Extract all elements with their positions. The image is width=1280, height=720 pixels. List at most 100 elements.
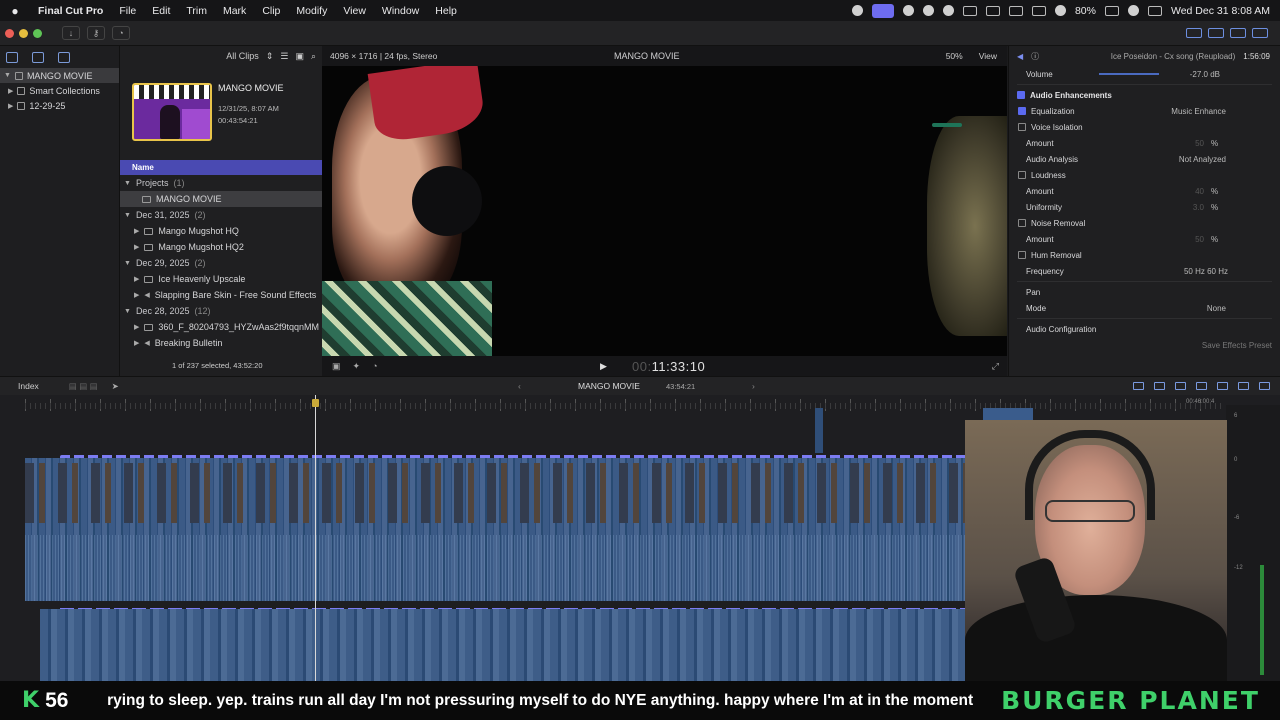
group-row[interactable]: ▼ Dec 31, 2025 (2) [120,207,322,223]
disclosure-open-icon[interactable]: ▼ [4,72,11,79]
browser-toggle-icon[interactable] [1208,28,1224,38]
section-header[interactable]: Audio Enhancements [1009,87,1280,103]
row-value[interactable]: 50 [1195,235,1204,244]
enhancement-checkbox[interactable] [1018,171,1026,179]
volume-value[interactable]: -27.0 dB [1190,70,1220,79]
menu-view[interactable]: View [335,5,374,17]
disclosure-open-icon[interactable]: ▼ [124,180,131,187]
volume-row[interactable]: Volume -27.0 dB [1009,66,1280,82]
enhancement-row[interactable]: Loudness [1009,167,1280,183]
clip-appearance-icon[interactable] [1238,382,1249,390]
zoom-select[interactable]: 50% [946,51,963,61]
transform-icon[interactable]: ▣ [332,361,341,372]
list-view-icon[interactable]: ☰ [280,51,288,62]
disclosure-closed-icon[interactable]: ▶ [134,227,139,235]
menu-clip[interactable]: Clip [254,5,288,17]
enhancement-row[interactable]: Equalization Music Enhance [1009,103,1280,119]
import-icon[interactable]: ↓ [62,26,80,40]
append-tools-icon[interactable]: ▤ ▤ ▤ [39,381,98,392]
solo-icon[interactable] [1196,382,1207,390]
amount-row[interactable]: Amount 50% [1009,231,1280,247]
row-value[interactable]: 3.0 [1193,203,1204,212]
enhancement-row[interactable]: Noise Removal [1009,215,1280,231]
search-icon[interactable] [1127,5,1139,16]
frequency-row[interactable]: Frequency 50 Hz 60 Hz [1009,263,1280,279]
app-menu[interactable]: Final Cut Pro [30,5,111,17]
disclosure-open-icon[interactable]: ▼ [124,308,131,315]
disclosure-open-icon[interactable]: ▼ [124,260,131,267]
view-select[interactable]: View [979,51,997,61]
menu-clock[interactable]: Wed Dec 31 8:08 AM [1171,5,1270,17]
disclosure-closed-icon[interactable]: ▶ [8,87,13,95]
list-item[interactable]: ▶ Ice Heavenly Upscale [120,271,322,287]
pan-mode-row[interactable]: Mode None [1009,300,1280,316]
timeline-toggle-icon[interactable] [1230,28,1246,38]
menu-help[interactable]: Help [427,5,465,17]
list-item[interactable]: ▶ 360_F_80204793_HYZwAas2f9tqqnMM [120,319,322,335]
connected-clip[interactable] [815,408,823,453]
disclosure-closed-icon[interactable]: ▶ [134,291,139,299]
group-row[interactable]: ▼ Dec 29, 2025 (2) [120,255,322,271]
photos-tab-icon[interactable] [32,51,44,63]
playhead[interactable] [312,395,319,681]
back-icon[interactable]: ‹ [518,381,521,391]
row-value[interactable]: 50 [1195,139,1204,148]
enhance-icon[interactable]: ✦ [353,361,361,372]
amount-row[interactable]: Amount 40% [1009,183,1280,199]
fullscreen-icon[interactable]: ⤢ [992,361,999,372]
list-item[interactable]: ▶ Mango Mugshot HQ [120,223,322,239]
uniformity-row[interactable]: Uniformity 3.0% [1009,199,1280,215]
section-checkbox[interactable] [1017,91,1025,99]
select-tool-icon[interactable]: ➤ [98,381,119,392]
obs-icon[interactable] [922,5,934,16]
zoom-window-button[interactable] [33,28,42,38]
frequency-value[interactable]: 50 Hz 60 Hz [1184,267,1228,276]
share-icon[interactable] [1186,28,1202,38]
speed-icon[interactable]: ◔ [372,361,377,372]
group-row[interactable]: ▼ Projects (1) [120,175,322,191]
playhead-handle[interactable] [312,399,319,407]
search-icon[interactable]: ⌕ [311,51,316,62]
keywords-icon[interactable]: ⚷ [87,26,105,40]
screen-record-icon[interactable] [871,3,894,18]
enhancement-checkbox[interactable] [1018,219,1026,227]
menu-trim[interactable]: Trim [178,5,215,17]
inspector-toggle-icon[interactable] [1252,28,1268,38]
analysis-row[interactable]: Audio Analysis Not Analyzed [1009,151,1280,167]
enhancement-checkbox[interactable] [1018,123,1026,131]
group-row[interactable]: ▼ Dec 28, 2025 (12) [120,303,322,319]
minimize-window-button[interactable] [19,28,28,38]
close-window-button[interactable] [5,28,14,38]
forward-icon[interactable]: › [752,381,755,391]
updown-icon[interactable]: ⇕ [266,51,274,62]
library-item-smart-collections[interactable]: ▶ Smart Collections [0,83,119,98]
list-item[interactable]: ▶ ◀ Slapping Bare Skin - Free Sound Effect… [120,287,322,303]
save-preset-button[interactable]: Save Effects Preset [1202,341,1272,350]
enhancement-row[interactable]: Voice Isolation [1009,119,1280,135]
headphones-icon[interactable] [1217,382,1228,390]
play-icon[interactable]: ▶ [600,361,607,372]
globe-icon[interactable] [902,5,914,16]
audio-inspector-icon[interactable]: ◀ [1017,52,1023,61]
menu-mark[interactable]: Mark [215,5,254,17]
disclosure-closed-icon[interactable]: ▶ [134,339,139,347]
play-status-icon[interactable] [942,5,954,16]
menu-modify[interactable]: Modify [288,5,335,17]
menu-window[interactable]: Window [374,5,427,17]
libraries-tab-icon[interactable] [6,51,18,63]
audio-config-row[interactable]: Audio Configuration [1009,321,1280,337]
index-button[interactable]: Index [0,381,39,391]
name-column-header[interactable]: Name [120,160,322,175]
list-item[interactable]: ▶ Mango Mugshot HQ2 [120,239,322,255]
volume-slider[interactable] [1099,73,1159,75]
display-icon[interactable] [1008,5,1023,16]
sync-icon[interactable] [851,5,863,16]
control-center-icon[interactable] [1147,5,1162,16]
mirror-icon[interactable] [985,5,1000,16]
clock-icon[interactable] [1031,5,1046,16]
wifi-icon[interactable] [1054,5,1066,16]
effects-browser-icon[interactable] [1259,382,1270,390]
apple-menu-icon[interactable]: ● [0,4,30,18]
list-item[interactable]: ▶ ◀ Breaking Bulletin [120,335,322,351]
menu-edit[interactable]: Edit [144,5,178,17]
